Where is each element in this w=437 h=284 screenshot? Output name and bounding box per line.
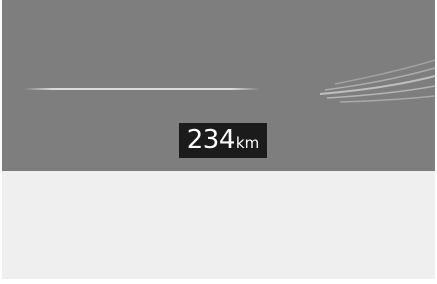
top-right-indicator — [395, 0, 435, 5]
distance-value: 234 — [186, 125, 236, 155]
lower-panel — [2, 171, 435, 279]
distance-readout: 234 km — [179, 123, 267, 158]
instrument-cluster-screen: 234 km — [0, 0, 437, 284]
left-border — [0, 0, 2, 284]
distance-unit: km — [235, 134, 260, 152]
road-lane-graphic — [315, 46, 435, 112]
driver-display: 234 km — [2, 0, 435, 171]
bottom-border — [0, 279, 437, 284]
lane-line-left — [24, 88, 260, 90]
